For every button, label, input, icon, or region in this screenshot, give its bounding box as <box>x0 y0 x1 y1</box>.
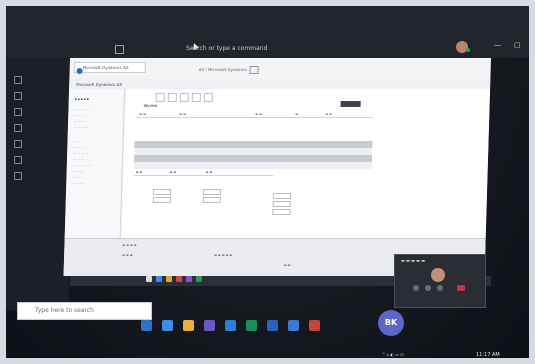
remote-taskbar-icon[interactable] <box>156 276 162 282</box>
detail-field[interactable] <box>272 193 291 199</box>
section-title: Worker <box>143 103 158 108</box>
nav-item[interactable]: ▪ ▪ ▪ ▪ ▪ <box>75 97 89 101</box>
toolbar-delete-button[interactable] <box>167 93 177 102</box>
detail-field[interactable] <box>152 189 172 195</box>
nav-item[interactable]: — — — <box>74 113 85 117</box>
record-action-button[interactable] <box>340 101 361 107</box>
shared-screen: Microsoft Dynamics AX AX | Microsoft Dyn… <box>63 58 492 276</box>
teams-icon[interactable] <box>14 108 22 116</box>
teams-search-bar[interactable]: Search or type a command <box>186 44 306 54</box>
photo-of-monitor: Search or type a command — ▢ Microsoft D… <box>6 6 529 358</box>
teams-call-panel[interactable]: ▬ ▬ ▬ ▬ ▬ <box>394 254 486 308</box>
nav-item[interactable]: — — — <box>74 119 85 123</box>
toolbar-refresh-button[interactable] <box>203 93 213 102</box>
reader-mode-icon[interactable] <box>249 66 259 74</box>
taskbar-search-box[interactable]: Type here to search <box>17 302 152 320</box>
footer-field: ▬ ▬ <box>283 263 291 267</box>
maximize-icon[interactable]: ▢ <box>514 41 521 49</box>
footer-field: ▬ ▬ ▬ ▬ ▬ <box>214 253 233 257</box>
footer-field: ▬ ▬ ▬ <box>122 253 133 257</box>
grid-column-header[interactable]: ▬ ▬ <box>139 112 146 116</box>
app-title: Microsoft Dynamics AX <box>76 82 123 87</box>
footer-field: ▬ ▬ ▬ ▬ <box>122 243 137 247</box>
grid-column-header[interactable]: ▬ ▬ <box>255 112 262 116</box>
browser-tab[interactable]: Microsoft Dynamics AX <box>73 62 146 74</box>
teams-taskbar-icon[interactable] <box>204 320 215 331</box>
dynamics-logo-icon <box>76 68 83 74</box>
call-title: ▬ ▬ ▬ ▬ ▬ <box>401 258 425 263</box>
nav-item[interactable]: — — — — <box>73 151 88 155</box>
detail-field[interactable] <box>152 197 171 203</box>
tab-other[interactable]: ▬ ▬ <box>206 170 213 174</box>
grid-header: ▬ ▬ ▬ ▬ ▬ ▬ ▬ ▬ ▬ <box>135 111 374 118</box>
table-row[interactable] <box>134 148 373 155</box>
nav-item[interactable]: — — <box>72 175 79 179</box>
apps-icon[interactable] <box>14 172 22 180</box>
nav-item[interactable]: — — — — <box>74 107 89 111</box>
table-row[interactable] <box>134 141 373 148</box>
camera-icon[interactable] <box>413 285 419 291</box>
participant-avatar: BK <box>378 310 404 336</box>
app-taskbar-icon[interactable] <box>246 320 257 331</box>
address-bar[interactable]: AX | Microsoft Dynamics <box>199 66 256 73</box>
nav-item[interactable]: — — — — <box>74 125 89 129</box>
activity-icon[interactable] <box>14 76 22 84</box>
microphone-icon[interactable] <box>425 285 431 291</box>
system-tray[interactable]: ^ ⌂ ◐ ▭ ⊡ <box>382 352 404 357</box>
nav-item[interactable]: — — — <box>73 157 84 161</box>
grid-column-header[interactable]: ▬ <box>295 112 298 116</box>
nav-item[interactable]: — — <box>73 139 80 143</box>
presence-status-icon <box>466 48 470 52</box>
detail-field[interactable] <box>272 209 291 215</box>
tab-details[interactable]: ▬ ▬ <box>170 170 177 174</box>
toolbar-edit-button[interactable] <box>179 93 189 102</box>
file-explorer-icon[interactable] <box>183 320 194 331</box>
remote-taskbar-icon[interactable] <box>176 276 182 282</box>
chat-icon[interactable] <box>14 92 22 100</box>
share-screen-icon[interactable] <box>437 285 443 291</box>
table-row[interactable] <box>133 155 373 162</box>
calendar-icon[interactable] <box>14 124 22 132</box>
store-icon[interactable] <box>225 320 236 331</box>
detail-tabs: ▬ ▬ ▬ ▬ ▬ ▬ <box>133 169 274 176</box>
remote-taskbar-icon[interactable] <box>196 276 202 282</box>
nav-item[interactable]: — — — <box>73 169 84 173</box>
files-icon[interactable] <box>14 156 22 164</box>
tab-general[interactable]: ▬ ▬ <box>136 170 143 174</box>
browser-tab-title: Microsoft Dynamics AX <box>82 65 129 70</box>
toolbar-new-button[interactable] <box>155 93 165 102</box>
teams-left-rail <box>6 58 69 310</box>
caller-avatar <box>431 268 445 282</box>
nav-item[interactable]: — — — — — <box>73 163 92 167</box>
remote-taskbar-icon[interactable] <box>166 276 172 282</box>
task-view-icon[interactable] <box>141 320 152 331</box>
app-taskbar-icon[interactable] <box>267 320 278 331</box>
compose-icon[interactable] <box>115 45 124 54</box>
table-row[interactable] <box>133 162 372 169</box>
nav-item[interactable]: — — — <box>72 181 83 185</box>
minimize-icon[interactable]: — <box>494 41 501 49</box>
remote-taskbar-icon[interactable] <box>186 276 192 282</box>
header-links[interactable]: · · · · <box>451 82 458 86</box>
app-taskbar-icon[interactable] <box>288 320 299 331</box>
end-call-button[interactable] <box>457 285 465 291</box>
app-taskbar-icon[interactable] <box>309 320 320 331</box>
detail-field[interactable] <box>202 197 221 203</box>
toolbar-filter-button[interactable] <box>191 93 201 102</box>
detail-field[interactable] <box>272 201 291 207</box>
grid-column-header[interactable]: ▬ ▬ <box>179 112 186 116</box>
edge-icon[interactable] <box>162 320 173 331</box>
nav-item[interactable]: — — — <box>73 145 84 149</box>
detail-field[interactable] <box>202 189 222 195</box>
taskbar-clock[interactable]: 11:17 AM <box>476 352 500 358</box>
remote-taskbar-icon[interactable] <box>146 276 152 282</box>
grid-column-header[interactable]: ▬ ▬ <box>325 112 332 116</box>
photo-frame: Search or type a command — ▢ Microsoft D… <box>0 0 535 364</box>
calls-icon[interactable] <box>14 140 22 148</box>
